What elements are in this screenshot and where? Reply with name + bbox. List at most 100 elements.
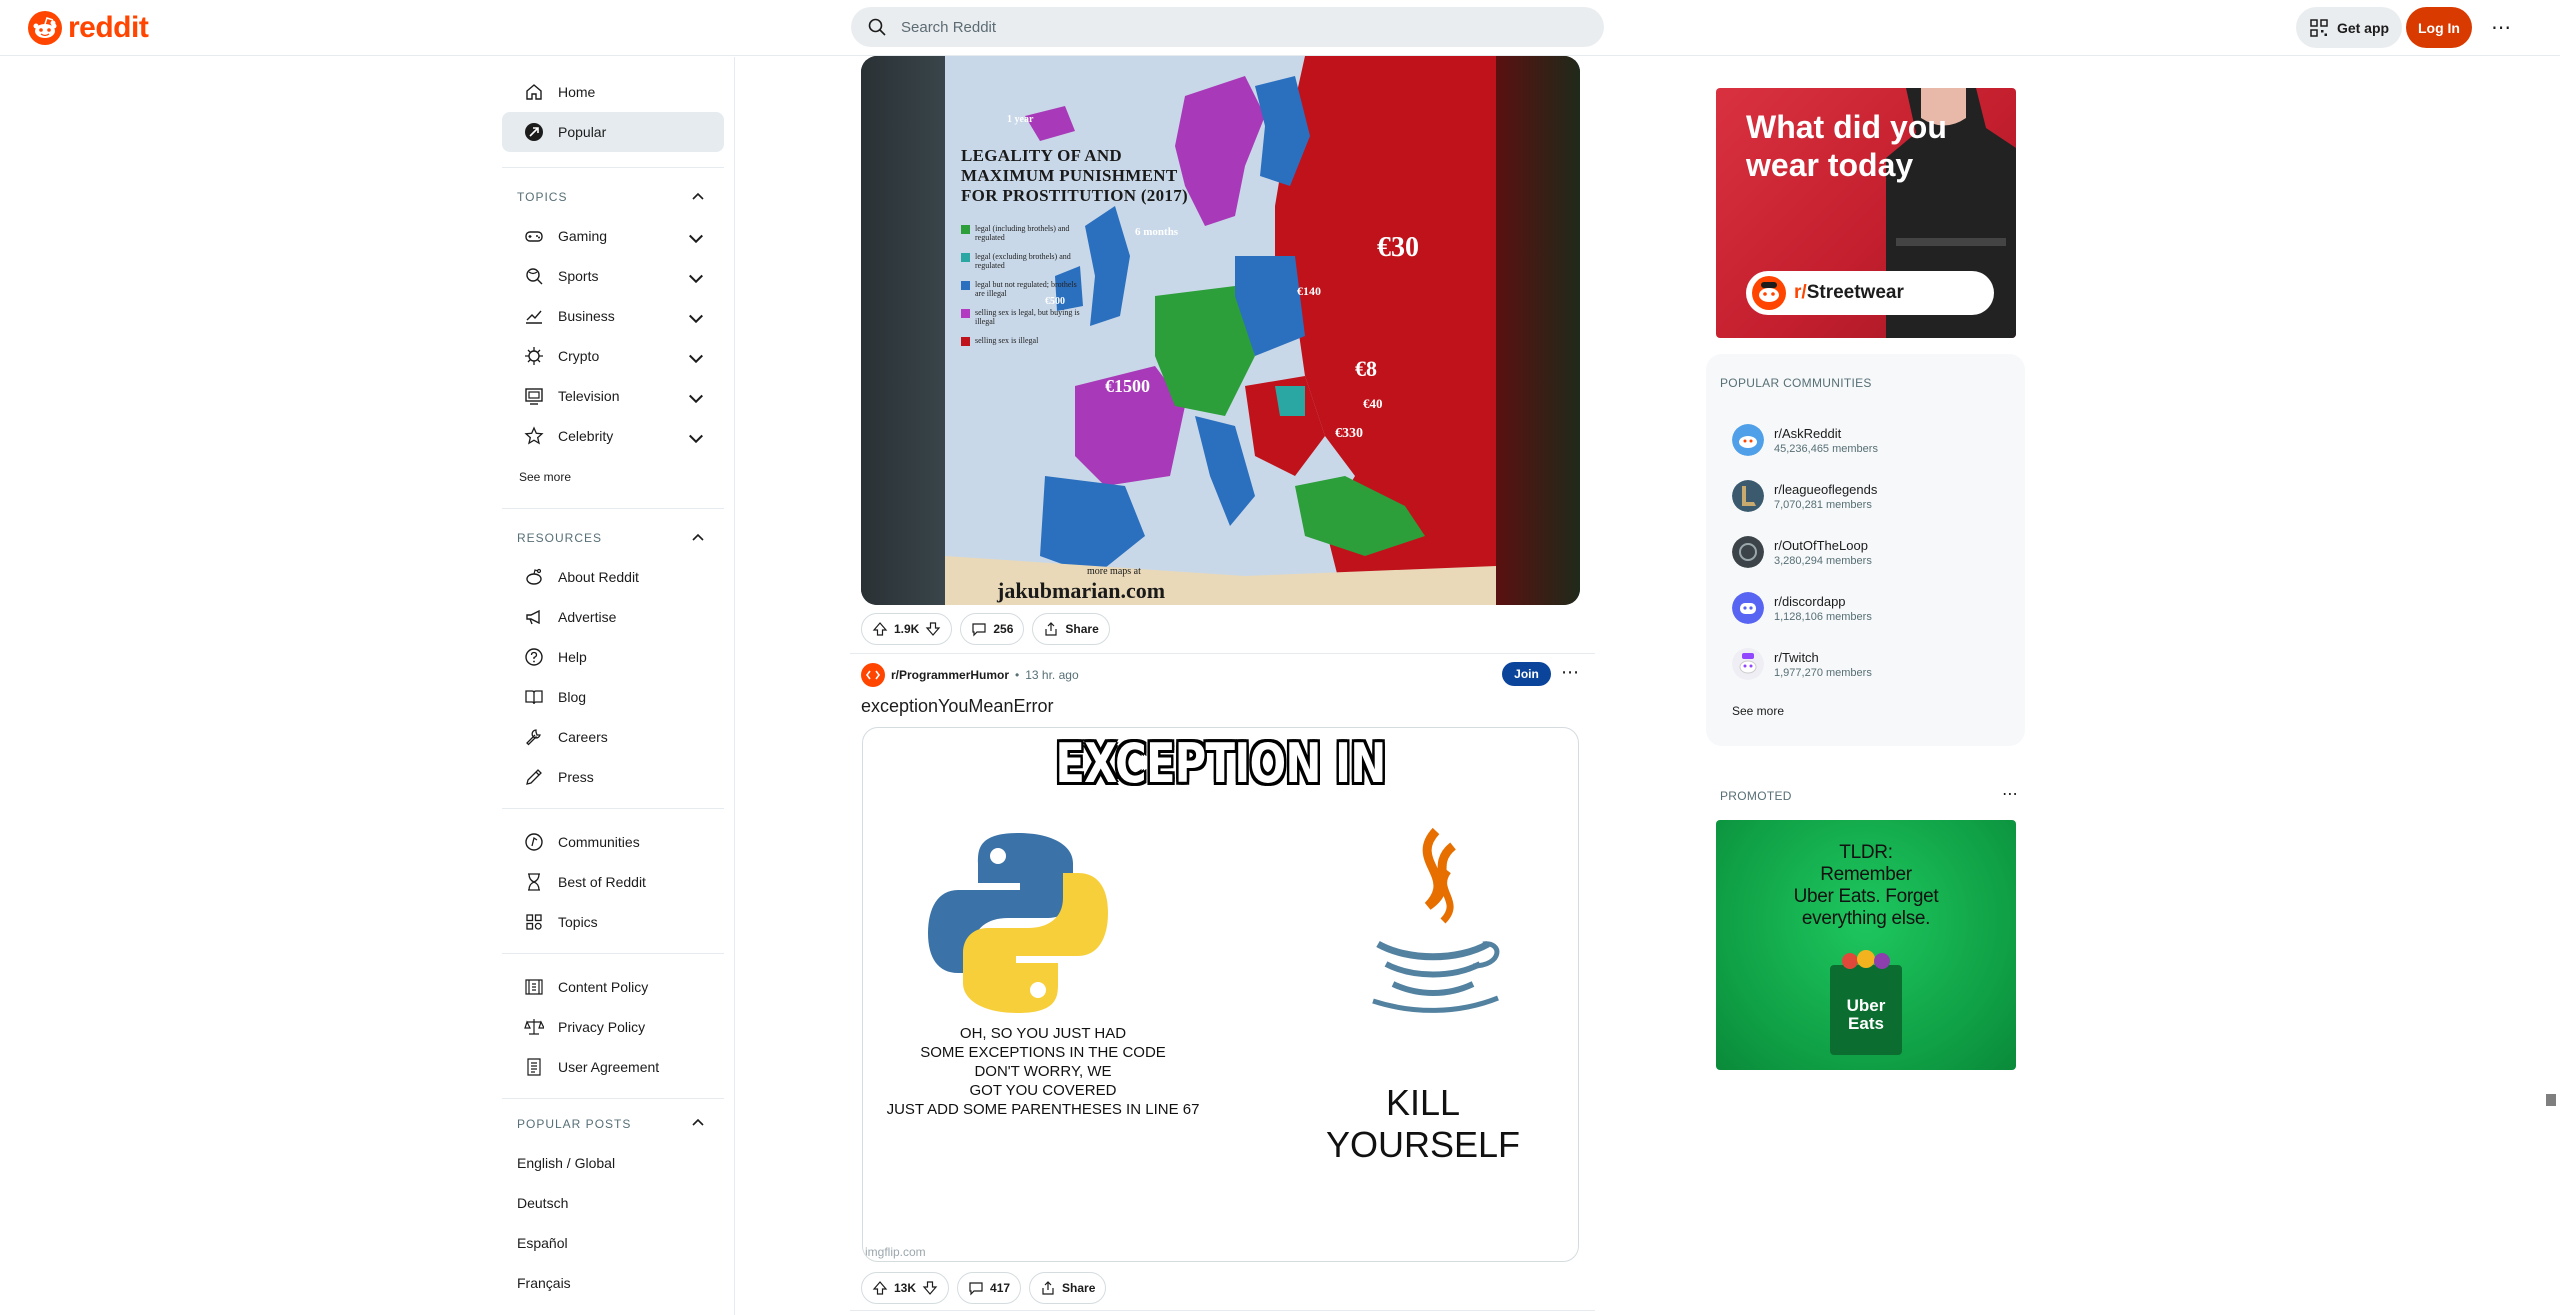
comments-button[interactable]: 417 (957, 1272, 1022, 1304)
sidebar-item-best-of-reddit[interactable]: Best of Reddit (502, 862, 724, 902)
subreddit-avatar[interactable] (861, 663, 885, 687)
legend-text: legal (excluding brothels) and regulated (975, 252, 1071, 270)
post-title[interactable]: exceptionYouMeanError (861, 696, 1053, 717)
scrollbar-thumb[interactable] (2546, 1094, 2556, 1106)
map-label: 1 year (1007, 114, 1034, 125)
sidebar-item-about-reddit[interactable]: About Reddit (502, 557, 724, 597)
map-label: €40 (1363, 396, 1383, 411)
community-item[interactable]: r/Twitch 1,977,270 members (1732, 648, 1872, 680)
sidebar-item-privacy-policy[interactable]: Privacy Policy (502, 1007, 724, 1047)
ad-text-line: Uber Eats. Forget (1793, 886, 1939, 907)
sidebar-item-celebrity[interactable]: Celebrity (502, 416, 724, 456)
post-image-meme[interactable]: EXCEPTION IN OH, SO YOU JUST HAD SOME EX… (862, 727, 1579, 1262)
popular-posts-heading[interactable]: POPULAR POSTS (517, 1117, 631, 1131)
community-name: r/AskReddit (1774, 425, 1842, 441)
legend-text: legal (including brothels) and regulated (975, 224, 1070, 242)
share-button[interactable]: Share (1032, 613, 1110, 645)
sidebar-item-help[interactable]: Help (502, 637, 724, 677)
promoted-more-icon[interactable]: ⋯ (2002, 784, 2018, 804)
login-button[interactable]: Log In (2406, 7, 2472, 48)
sports-icon (526, 268, 543, 285)
sidebar-item-content-policy[interactable]: Content Policy (502, 967, 724, 1007)
search-input[interactable] (899, 17, 1583, 37)
upvote-icon[interactable] (872, 621, 888, 637)
popular-posts-deutsch[interactable]: Deutsch (517, 1195, 568, 1211)
askreddit-avatar (1732, 424, 1764, 456)
legend-text: legal but not regulated; brothels are il… (975, 280, 1077, 298)
sidebar-item-popular[interactable]: Popular (502, 112, 724, 152)
vote-count: 13K (894, 1281, 917, 1295)
downvote-icon[interactable] (925, 621, 941, 637)
meme-top-text: EXCEPTION IN (1055, 732, 1386, 795)
post-image-map[interactable]: LEGALITY OF AND MAXIMUM PUNISHMENT FOR P… (861, 56, 1580, 605)
sidebar-item-label: Blog (558, 689, 587, 705)
reddit-snoo-icon (1752, 276, 1786, 310)
topics-see-more-link[interactable]: See more (519, 470, 571, 484)
communities-see-more-link[interactable]: See more (1732, 704, 1784, 718)
sidebar-item-label: Press (558, 769, 594, 785)
chevron-up-icon[interactable] (690, 189, 706, 205)
share-icon (1042, 1281, 1054, 1295)
popular-posts-francais[interactable]: Français (517, 1275, 571, 1291)
community-members: 45,236,465 members (1774, 442, 1878, 455)
community-item[interactable]: r/AskReddit 45,236,465 members (1732, 424, 1878, 456)
popular-posts-english[interactable]: English / Global (517, 1155, 615, 1171)
upvote-icon[interactable] (872, 1280, 888, 1296)
chevron-up-icon[interactable] (690, 530, 706, 546)
community-item[interactable]: r/OutOfTheLoop 3,280,294 members (1732, 536, 1872, 568)
reddit-logo[interactable]: reddit (28, 11, 149, 45)
more-options-icon[interactable]: ⋯ (2488, 14, 2514, 40)
meme-left-text: OH, SO YOU JUST HAD SOME EXCEPTIONS IN T… (873, 1024, 1213, 1119)
resources-heading[interactable]: RESOURCES (517, 531, 602, 545)
sidebar-item-crypto[interactable]: Crypto (502, 336, 724, 376)
subreddit-name[interactable]: r/ProgrammerHumor (891, 668, 1009, 682)
community-members: 7,070,281 members (1774, 498, 1872, 511)
share-label: Share (1065, 622, 1099, 636)
ubereats-ad[interactable]: TLDR: Remember Uber Eats. Forget everyth… (1716, 820, 2016, 1070)
sidebar-item-label: Gaming (558, 228, 608, 244)
community-item[interactable]: r/leagueoflegends 7,070,281 members (1732, 480, 1877, 512)
sidebar-item-topics[interactable]: Topics (502, 902, 724, 942)
community-name: r/Twitch (1774, 649, 1819, 665)
community-item[interactable]: r/discordapp 1,128,106 members (1732, 592, 1872, 624)
post-more-icon[interactable]: ⋯ (1561, 662, 1579, 683)
share-button[interactable]: Share (1029, 1272, 1107, 1304)
chevron-up-icon[interactable] (690, 1115, 706, 1131)
topics-heading[interactable]: TOPICS (517, 190, 567, 204)
sidebar-item-television[interactable]: Television (502, 376, 724, 416)
search-bar[interactable] (851, 7, 1604, 47)
sidebar-item-business[interactable]: Business (502, 296, 724, 336)
sidebar-item-user-agreement[interactable]: User Agreement (502, 1047, 724, 1087)
streetwear-ad[interactable]: What did you wear today r/Streetwear (1716, 88, 2016, 338)
reddit-snoo-icon (28, 11, 62, 45)
java-logo-icon (1372, 827, 1500, 1013)
sidebar-item-advertise[interactable]: Advertise (502, 597, 724, 637)
sidebar-item-label: Best of Reddit (558, 874, 646, 890)
popular-communities-panel: POPULAR COMMUNITIES r/AskReddit 45,236,4… (1706, 354, 2025, 746)
community-members: 3,280,294 members (1774, 554, 1872, 567)
sidebar-item-home[interactable]: Home (502, 72, 724, 112)
pen-icon (526, 769, 542, 785)
post-divider (850, 1310, 1595, 1311)
qr-code-icon (2310, 18, 2328, 37)
legend-swatch (961, 253, 970, 262)
logo-wordmark: reddit (68, 11, 149, 44)
ad-community-pill[interactable]: r/Streetwear (1746, 271, 1994, 315)
popular-posts-espanol[interactable]: Español (517, 1235, 568, 1251)
map-label: €8 (1355, 356, 1377, 381)
sidebar-item-gaming[interactable]: Gaming (502, 216, 724, 256)
sidebar-item-communities[interactable]: Communities (502, 822, 724, 862)
post-divider (850, 653, 1595, 654)
sidebar-item-blog[interactable]: Blog (502, 677, 724, 717)
sidebar-item-sports[interactable]: Sports (502, 256, 724, 296)
join-button[interactable]: Join (1502, 662, 1551, 686)
comments-button[interactable]: 256 (960, 613, 1025, 645)
downvote-icon[interactable] (922, 1280, 938, 1296)
sidebar-item-press[interactable]: Press (502, 757, 724, 797)
ad-text-line: TLDR: (1839, 842, 1893, 863)
groceries-icon (1842, 950, 1890, 969)
sidebar-item-label: Celebrity (558, 428, 614, 444)
sidebar-item-careers[interactable]: Careers (502, 717, 724, 757)
sidebar-item-label: Communities (558, 834, 640, 850)
get-app-button[interactable]: Get app (2296, 7, 2402, 48)
